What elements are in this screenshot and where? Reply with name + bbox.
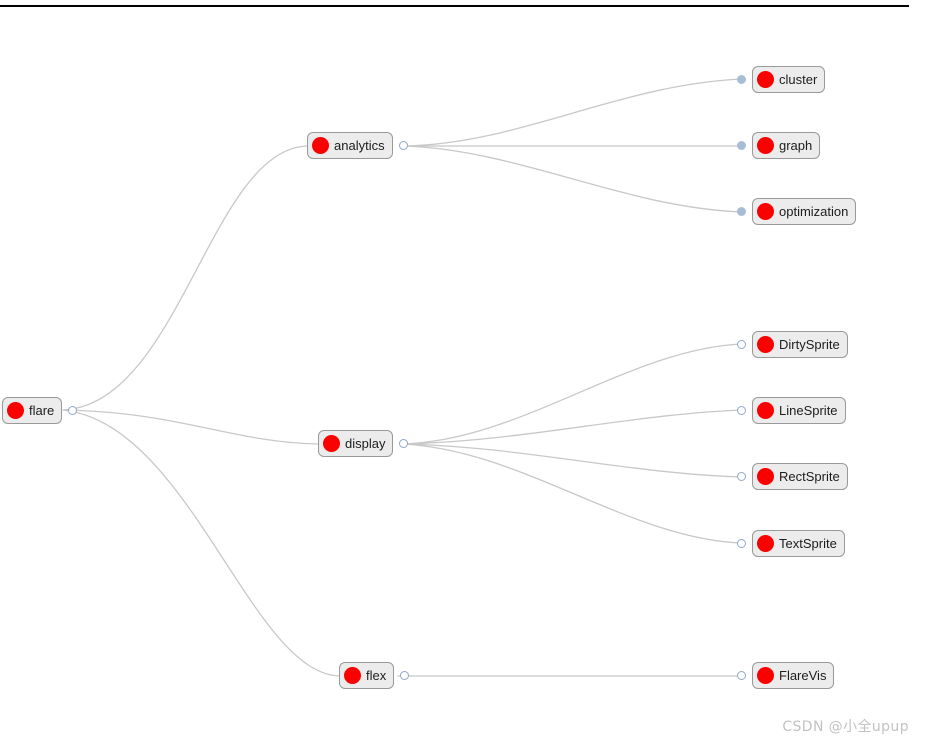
node-red-circle-icon: [757, 402, 774, 419]
node-label: RectSprite: [779, 469, 840, 484]
node-red-circle-icon: [757, 71, 774, 88]
tree-edge: [62, 409, 319, 445]
tree-node-analytics[interactable]: analytics: [307, 132, 393, 159]
node-red-circle-icon: [7, 402, 24, 419]
tree-edge: [404, 145, 744, 213]
tree-node-RectSprite[interactable]: RectSprite: [752, 463, 848, 490]
watermark-text: CSDN @小全upup: [782, 719, 909, 735]
tree-edge: [62, 145, 308, 411]
node-label: DirtySprite: [779, 337, 840, 352]
node-label: FlareVis: [779, 668, 827, 683]
node-label: flex: [366, 668, 387, 683]
node-red-circle-icon: [312, 137, 329, 154]
node-connector-flare[interactable]: [68, 405, 77, 415]
node-label: graph: [779, 138, 813, 153]
node-red-circle-icon: [757, 468, 774, 485]
tree-node-DirtySprite[interactable]: DirtySprite: [752, 331, 848, 358]
node-label: cluster: [779, 72, 818, 87]
edge-layer: [62, 78, 744, 677]
node-red-circle-icon: [344, 667, 361, 684]
node-connector-analytics[interactable]: [399, 140, 408, 150]
tree-node-flex[interactable]: flex: [339, 662, 395, 689]
node-connector-graph[interactable]: [737, 140, 746, 150]
node-label: optimization: [779, 204, 849, 219]
tree-node-LineSprite[interactable]: LineSprite: [752, 397, 846, 424]
tree-node-graph[interactable]: graph: [752, 132, 821, 159]
node-label: TextSprite: [779, 536, 837, 551]
tree-edge: [399, 343, 744, 445]
tree-node-display[interactable]: display: [318, 430, 394, 457]
tree-node-flare[interactable]: flare: [2, 397, 63, 424]
tree-node-TextSprite[interactable]: TextSprite: [752, 530, 845, 557]
node-label: analytics: [334, 138, 385, 153]
node-red-circle-icon: [323, 435, 340, 452]
node-connector-flex[interactable]: [400, 670, 409, 680]
node-connector-display[interactable]: [399, 438, 408, 448]
tree-edge: [404, 78, 744, 147]
node-connector-TextSprite[interactable]: [737, 538, 746, 548]
tree-edge: [399, 443, 744, 544]
node-red-circle-icon: [757, 203, 774, 220]
node-red-circle-icon: [757, 137, 774, 154]
node-connector-LineSprite[interactable]: [737, 405, 746, 415]
tree-edge: [62, 409, 340, 677]
node-label: flare: [29, 403, 55, 418]
node-label: display: [345, 436, 386, 451]
node-label: LineSprite: [779, 403, 838, 418]
tree-edge: [399, 409, 744, 445]
tree-node-FlareVis[interactable]: FlareVis: [752, 662, 835, 689]
top-divider-rule: [0, 5, 909, 7]
node-red-circle-icon: [757, 336, 774, 353]
node-connector-RectSprite[interactable]: [737, 471, 746, 481]
node-connector-optimization[interactable]: [737, 206, 746, 216]
tree-edge: [399, 443, 744, 478]
node-connector-FlareVis[interactable]: [737, 670, 746, 680]
node-connector-cluster[interactable]: [737, 74, 746, 84]
tree-diagram-canvas: flare analytics cluster graph optimization di…: [0, 0, 925, 746]
node-red-circle-icon: [757, 535, 774, 552]
tree-node-cluster[interactable]: cluster: [752, 66, 826, 93]
node-connector-DirtySprite[interactable]: [737, 339, 746, 349]
node-red-circle-icon: [757, 667, 774, 684]
tree-node-optimization[interactable]: optimization: [752, 198, 857, 225]
